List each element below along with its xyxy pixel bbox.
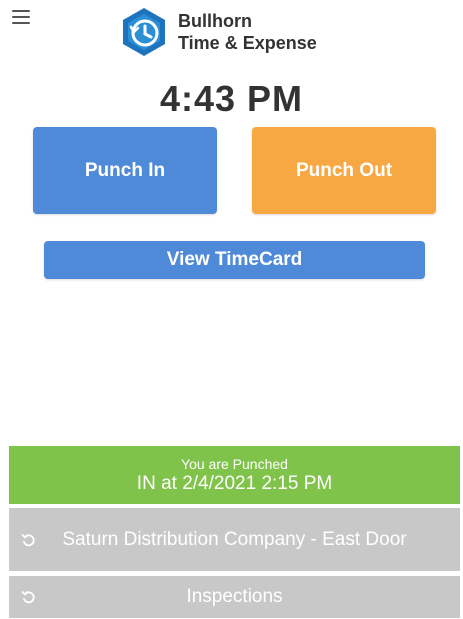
list-item-label: Inspections (186, 586, 283, 607)
undo-icon (21, 591, 35, 604)
app-logo: Bullhorn Time & Expense (118, 6, 317, 58)
list-item-location[interactable]: Saturn Distribution Company - East Door (9, 508, 460, 571)
logo-line-2: Time & Expense (178, 33, 317, 53)
punch-status-banner: You are Punched IN at 2/4/2021 2:15 PM (9, 446, 460, 504)
punch-status-value: IN at 2/4/2021 2:15 PM (136, 473, 333, 494)
clock-hexagon-icon (123, 8, 165, 56)
list-item-task[interactable]: Inspections (9, 576, 460, 618)
current-time: 4:43 PM (159, 78, 304, 119)
list-item-label: Saturn Distribution Company - East Door (62, 529, 407, 550)
punch-status-label: You are Punched (181, 456, 288, 472)
punch-in-button[interactable]: Punch In (33, 127, 217, 214)
view-timecard-button[interactable]: View TimeCard (44, 241, 425, 279)
punch-out-button[interactable]: Punch Out (252, 127, 436, 214)
hamburger-menu-icon[interactable] (12, 10, 30, 24)
undo-icon (21, 533, 35, 546)
app-screen: Bullhorn Time & Expense 4:43 PM Punch In… (0, 0, 463, 619)
logo-text: Bullhorn Time & Expense (178, 10, 317, 54)
logo-line-1: Bullhorn (178, 11, 252, 31)
